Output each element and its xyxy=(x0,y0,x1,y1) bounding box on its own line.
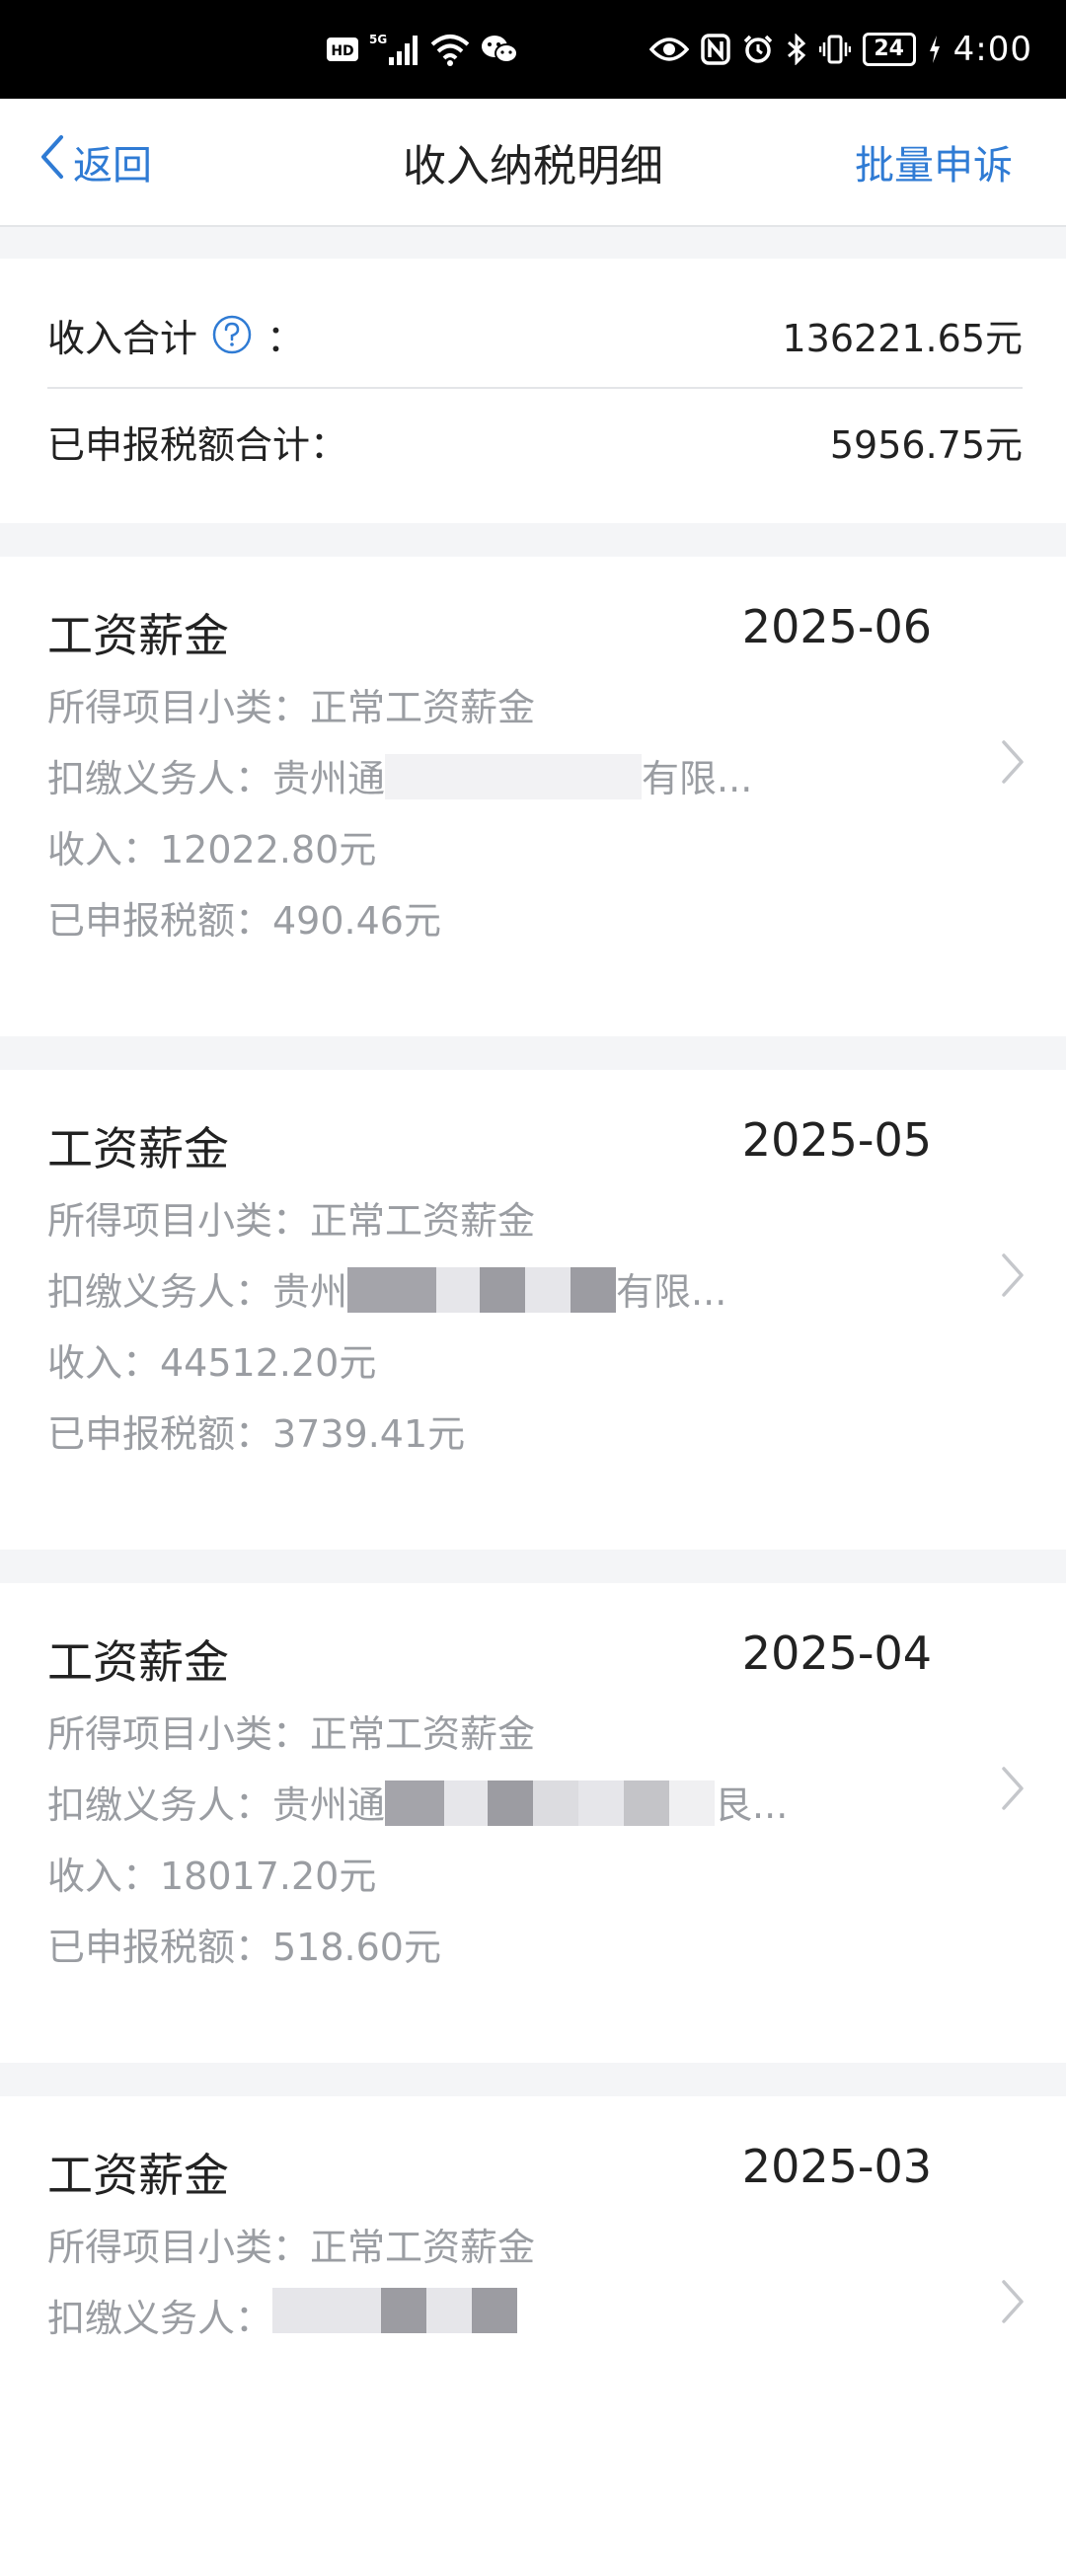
record-subcategory: 所得项目小类：正常工资薪金 xyxy=(47,1712,536,1756)
record-tax: 已申报税额：518.60元 xyxy=(47,1926,441,1969)
redaction-block xyxy=(385,1780,445,1826)
record-subcategory: 所得项目小类：正常工资薪金 xyxy=(47,686,536,729)
eye-icon xyxy=(648,30,689,69)
summary-card: 收入合计 ： 136221.65元 已申报税额合计： 5956.75元 xyxy=(0,259,1066,523)
tax-total-row: 已申报税额合计： 5956.75元 xyxy=(47,389,1023,493)
record-subcategory: 所得项目小类：正常工资薪金 xyxy=(47,2226,536,2269)
record-payer: 扣缴义务人： xyxy=(47,2288,805,2342)
income-total-colon: ： xyxy=(266,316,305,360)
redaction-block xyxy=(578,1780,625,1826)
payer-value: 贵州 有限... xyxy=(272,1261,805,1316)
chevron-right-icon xyxy=(993,1240,1032,1311)
record-payer: 扣缴义务人：贵州 有限... xyxy=(47,1261,805,1316)
status-left-icons: HD 5G xyxy=(326,28,519,71)
record-income: 收入：18017.20元 xyxy=(47,1855,377,1898)
payer-name: 贵州通 xyxy=(272,1783,386,1827)
record-date: 2025-03 xyxy=(741,2140,932,2193)
batch-appeal-button[interactable]: 批量申诉 xyxy=(855,99,1013,225)
income-total-label-group: 收入合计 ： xyxy=(47,308,304,362)
record-card[interactable]: 工资薪金 2025-03 所得项目小类：正常工资薪金 扣缴义务人： xyxy=(0,2096,1066,2576)
status-bar: HD 5G 24 4:00 xyxy=(0,0,1066,99)
bluetooth-icon xyxy=(786,30,807,69)
battery-icon: 24 xyxy=(862,33,916,66)
payer-name: 贵州 xyxy=(272,1270,348,1314)
record-date: 2025-04 xyxy=(741,1627,932,1680)
payer-value: 贵州通 艮... xyxy=(272,1775,805,1829)
redaction-block xyxy=(480,1267,526,1313)
redaction-block xyxy=(272,2288,382,2333)
income-total-value: 136221.65元 xyxy=(782,316,1024,360)
redaction-block xyxy=(472,2288,518,2333)
nfc-icon xyxy=(700,30,730,69)
svg-text:HD: HD xyxy=(331,43,353,59)
record-payer: 扣缴义务人：贵州通 有限... xyxy=(47,748,805,802)
svg-text:5G: 5G xyxy=(369,33,387,46)
top-nav-bar: 返回 收入纳税明细 批量申诉 xyxy=(0,99,1066,227)
record-tax: 已申报税额：490.46元 xyxy=(47,899,441,943)
redaction-block xyxy=(385,754,643,799)
redaction-block xyxy=(488,1780,534,1826)
status-right-icons: 24 4:00 xyxy=(648,28,1032,71)
alarm-icon xyxy=(742,30,774,69)
chevron-right-icon xyxy=(993,2266,1032,2337)
payer-value: 贵州通 有限... xyxy=(272,748,805,802)
payer-label: 扣缴义务人： xyxy=(47,1270,273,1314)
tax-total-value: 5956.75元 xyxy=(829,422,1023,467)
record-type: 工资薪金 xyxy=(47,1635,229,1689)
record-date: 2025-06 xyxy=(741,600,932,653)
record-type: 工资薪金 xyxy=(47,1122,229,1175)
chevron-right-icon xyxy=(993,1753,1032,1824)
record-type: 工资薪金 xyxy=(47,2149,229,2202)
help-icon[interactable] xyxy=(211,314,253,355)
record-card[interactable]: 工资薪金 2025-05 所得项目小类：正常工资薪金 扣缴义务人：贵州 有限...… xyxy=(0,1070,1066,1550)
signal-5g-icon: 5G xyxy=(369,30,420,69)
payer-value xyxy=(272,2288,805,2334)
redaction-block xyxy=(381,2288,427,2333)
record-card[interactable]: 工资薪金 2025-06 所得项目小类：正常工资薪金 扣缴义务人：贵州通 有限..… xyxy=(0,557,1066,1036)
redaction-block xyxy=(571,1267,617,1313)
income-total-label: 收入合计 xyxy=(47,316,198,360)
record-payer: 扣缴义务人：贵州通 艮... xyxy=(47,1775,805,1829)
payer-suffix: 有限... xyxy=(616,1270,727,1314)
record-card[interactable]: 工资薪金 2025-04 所得项目小类：正常工资薪金 扣缴义务人：贵州通 艮...… xyxy=(0,1583,1066,2063)
payer-label: 扣缴义务人： xyxy=(47,1783,273,1827)
payer-suffix: 有限... xyxy=(642,757,753,800)
income-total-row: 收入合计 ： 136221.65元 xyxy=(47,282,1023,389)
redaction-block xyxy=(444,1780,489,1826)
record-tax: 已申报税额：3739.41元 xyxy=(47,1412,466,1456)
payer-label: 扣缴义务人： xyxy=(47,757,273,800)
redaction-block xyxy=(624,1780,670,1826)
chevron-right-icon xyxy=(993,726,1032,797)
record-type: 工资薪金 xyxy=(47,609,229,662)
payer-name: 贵州通 xyxy=(272,757,386,800)
tax-total-label: 已申报税额合计： xyxy=(47,422,348,467)
payer-suffix: 艮... xyxy=(715,1783,789,1827)
charging-icon xyxy=(928,30,942,69)
redaction-block xyxy=(436,1267,481,1313)
wifi-icon xyxy=(430,30,470,69)
record-income: 收入：12022.80元 xyxy=(47,828,377,871)
record-subcategory: 所得项目小类：正常工资薪金 xyxy=(47,1199,536,1243)
redaction-block xyxy=(525,1267,571,1313)
payer-label: 扣缴义务人： xyxy=(47,2297,273,2340)
wechat-icon xyxy=(480,30,519,69)
redaction-block xyxy=(669,1780,716,1826)
redaction-block xyxy=(347,1267,437,1313)
redaction-block xyxy=(426,2288,473,2333)
record-date: 2025-05 xyxy=(741,1113,932,1167)
vibrate-icon xyxy=(818,30,851,69)
redaction-block xyxy=(533,1780,579,1826)
record-income: 收入：44512.20元 xyxy=(47,1341,377,1385)
status-time: 4:00 xyxy=(952,30,1032,69)
hd-icon: HD xyxy=(326,30,359,69)
